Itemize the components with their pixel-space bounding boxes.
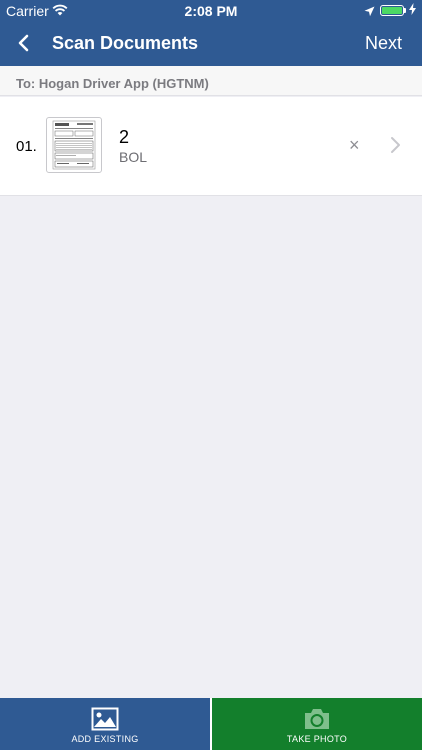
document-row[interactable]: 01. 2 BOL × — [0, 97, 422, 196]
chevron-left-icon — [18, 34, 29, 52]
next-button[interactable]: Next — [365, 33, 402, 54]
location-arrow-icon — [364, 4, 375, 20]
document-index: 01. — [16, 138, 37, 155]
camera-icon — [305, 709, 329, 729]
nav-bar: Scan Documents Next — [0, 22, 422, 66]
recipient-label: To: Hogan Driver App (HGTNM) — [0, 66, 422, 96]
status-time: 2:08 PM — [184, 3, 238, 19]
take-photo-label: TAKE PHOTO — [286, 734, 348, 744]
status-bar: Carrier 2:08 PM — [0, 0, 422, 22]
back-button[interactable] — [14, 32, 34, 54]
chevron-right-icon[interactable] — [390, 135, 402, 160]
battery-tip — [404, 8, 406, 13]
charging-bolt-icon — [409, 3, 416, 18]
image-icon — [91, 707, 119, 731]
document-type: BOL — [119, 149, 148, 165]
header: Carrier 2:08 PM Scan Documents Next — [0, 0, 422, 66]
document-name: 2 — [119, 127, 130, 147]
add-existing-label: ADD EXISTING — [71, 734, 139, 744]
battery-icon — [380, 5, 404, 16]
bottom-toolbar: ADD EXISTING TAKE PHOTO — [0, 698, 422, 750]
close-icon[interactable]: × — [349, 135, 360, 156]
add-existing-button[interactable]: ADD EXISTING — [0, 698, 210, 750]
take-photo-button[interactable]: TAKE PHOTO — [212, 698, 422, 750]
page-title: Scan Documents — [52, 33, 199, 53]
document-thumbnail — [46, 117, 102, 173]
